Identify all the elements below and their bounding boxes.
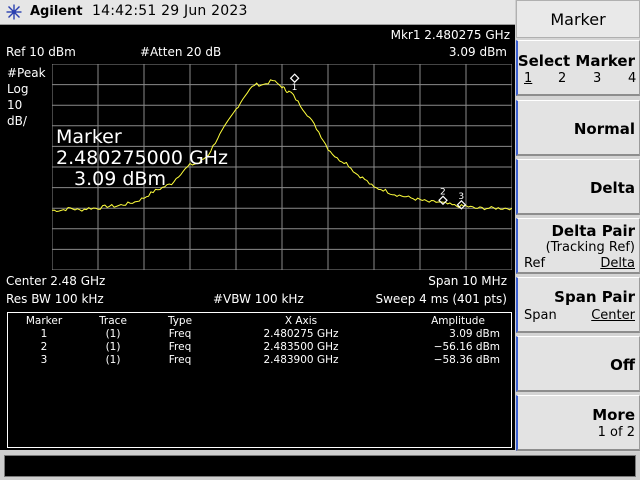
more-page: 1 of 2 [597,425,635,440]
brand-name: Agilent [30,4,83,19]
scale-unit: dB/ [7,114,27,128]
cell-marker: 3 [40,354,48,366]
off-label: Off [610,356,635,374]
span-pair-label: Span Pair [554,288,635,306]
marker-annotation-title: Marker [56,126,122,148]
marker-option-3: 3 [593,71,602,86]
cell-marker: 2 [40,341,48,353]
cell-trace: (1) [105,354,121,366]
col-amplitude: Amplitude [431,315,485,327]
cell-type: Freq [168,354,192,366]
more-label: More [592,406,635,424]
delta-pair-ref: Ref [524,256,546,271]
marker-option-2: 2 [558,71,567,86]
analyzer-display: Mkr1 2.480275 GHz 3.09 dBm Ref 10 dBm #A… [0,25,515,450]
clock-datetime: 14:42:51 29 Jun 2023 [92,3,248,19]
col-marker: Marker [25,315,63,327]
agilent-spark-icon [6,4,22,20]
reference-level: Ref 10 dBm [6,45,76,59]
scale-value: 10 [7,98,23,112]
marker-table-header: Marker Trace Type X Axis Amplitude [8,315,511,328]
marker-table: Marker Trace Type X Axis Amplitude 1 (1)… [7,312,512,448]
resolution-bandwidth: Res BW 100 kHz [6,292,104,306]
delta-pair-softkey[interactable]: Delta Pair (Tracking Ref) Ref Delta [516,218,640,274]
cell-amplitude: 3.09 dBm [449,328,500,340]
cell-type: Freq [168,328,192,340]
menu-title: Marker [516,0,640,38]
marker-label-1: 1 [292,83,298,93]
marker-label-2: 2 [440,187,446,197]
delta-softkey[interactable]: Delta [516,159,640,215]
delta-label: Delta [589,179,635,197]
span-value: Span 10 MHz [428,274,507,288]
span-pair-softkey[interactable]: Span Pair Span Center [516,277,640,333]
marker-annotation-frequency: 2.480275000 GHz [56,147,228,169]
command-line [4,455,636,477]
marker-annotation-amplitude: 3.09 dBm [74,168,166,190]
table-row[interactable]: 1 (1) Freq 2.480275 GHz 3.09 dBm [8,328,511,341]
more-softkey[interactable]: More 1 of 2 [516,395,640,451]
sweep-time: Sweep 4 ms (401 pts) [375,292,508,306]
marker-option-4: 4 [628,71,637,86]
cell-amplitude: −58.36 dBm [433,354,500,366]
span-pair-span: Span [524,308,557,323]
center-frequency: Center 2.48 GHz [6,274,106,288]
col-trace: Trace [99,315,127,327]
select-marker-label: Select Marker [517,52,635,70]
table-row[interactable]: 3 (1) Freq 2.483900 GHz −58.36 dBm [8,354,511,367]
cell-trace: (1) [105,341,121,353]
marker-readout-amplitude: 3.09 dBm [448,45,507,59]
marker-annotation: Marker 2.480275000 GHz 3.09 dBm [56,127,228,190]
detector-mode: #Peak [7,66,46,80]
cell-x-axis: 2.483500 GHz [263,341,339,353]
col-type: Type [167,315,193,327]
delta-pair-label: Delta Pair [551,222,635,240]
table-row[interactable]: 2 (1) Freq 2.483500 GHz −56.16 dBm [8,341,511,354]
video-bandwidth: #VBW 100 kHz [213,292,304,306]
normal-label: Normal [573,120,635,138]
select-marker-softkey[interactable]: Select Marker 1 2 3 4 [516,40,640,96]
marker-label-3: 3 [458,192,464,202]
cell-marker: 1 [40,328,48,340]
marker-readout-frequency: Mkr1 2.480275 GHz [390,28,510,42]
attenuation: #Atten 20 dB [140,45,222,59]
cell-type: Freq [168,341,192,353]
status-bar: Agilent 14:42:51 29 Jun 2023 [0,0,515,25]
softkey-menu: Marker Select Marker 1 2 3 4 Normal Delt… [516,0,640,452]
normal-softkey[interactable]: Normal [516,100,640,156]
span-pair-center: Center [591,308,635,323]
scale-type: Log [7,82,29,96]
cell-amplitude: −56.16 dBm [433,341,500,353]
cell-x-axis: 2.483900 GHz [263,354,339,366]
cell-x-axis: 2.480275 GHz [263,328,339,340]
delta-pair-delta: Delta [600,256,635,271]
delta-pair-subtitle: (Tracking Ref) [545,240,635,255]
off-softkey[interactable]: Off [516,336,640,392]
cell-trace: (1) [105,328,121,340]
marker-option-1: 1 [524,71,533,86]
marker-diamond-1 [289,73,300,84]
scale-info: #Peak Log 10 dB/ [7,65,46,129]
col-x-axis: X Axis [284,315,318,327]
